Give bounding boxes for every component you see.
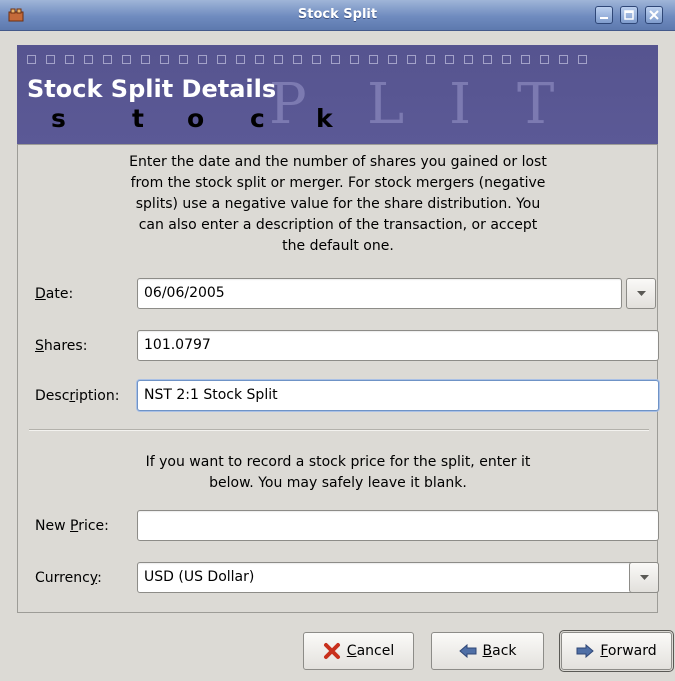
cancel-button[interactable]: Cancel: [303, 632, 414, 670]
decorative-letter: t: [132, 104, 144, 133]
currency-select[interactable]: USD (US Dollar): [137, 562, 659, 593]
description-input[interactable]: NST 2:1 Stock Split: [137, 380, 659, 411]
back-label: Back: [482, 643, 517, 659]
new-price-input[interactable]: [137, 510, 659, 541]
decorative-letter: s: [51, 104, 66, 133]
back-button[interactable]: Back: [431, 632, 544, 670]
watermark-letter: L: [367, 72, 405, 137]
window-title: Stock Split: [297, 7, 378, 22]
page-title: Stock Split Details: [27, 75, 277, 103]
minimize-icon: [600, 17, 608, 19]
watermark-letter: T: [517, 72, 555, 137]
maximize-button[interactable]: [620, 6, 638, 24]
forward-button[interactable]: Forward: [559, 630, 674, 672]
currency-value: USD (US Dollar): [144, 569, 255, 585]
date-label: Date:: [35, 286, 74, 302]
shares-label: Shares:: [35, 338, 88, 354]
maximize-icon: [624, 10, 634, 20]
forward-label: Forward: [600, 643, 657, 659]
price-instructions-text: If you want to record a stock price for …: [145, 454, 531, 491]
date-calendar-button[interactable]: [626, 278, 656, 309]
chevron-down-icon: [637, 291, 646, 296]
cancel-label: Cancel: [346, 643, 395, 659]
druid-header-banner: P L I T s t o c k Stock Split Details: [17, 45, 658, 144]
decorative-letter: o: [187, 104, 205, 133]
title-bar[interactable]: Stock Split: [0, 0, 675, 31]
arrow-left-icon: [458, 644, 476, 658]
separator: [29, 429, 649, 431]
minimize-button[interactable]: [595, 6, 613, 24]
close-icon: [649, 10, 659, 20]
shares-input[interactable]: 101.0797: [137, 330, 659, 361]
instructions-text: Enter the date and the number of shares …: [129, 154, 547, 254]
content-panel: Enter the date and the number of shares …: [17, 144, 659, 613]
arrow-right-icon: [576, 644, 595, 658]
description-label: Description:: [35, 388, 120, 404]
currency-label: Currency:: [35, 570, 102, 586]
watermark-letter: I: [449, 72, 472, 137]
cancel-x-icon: [323, 643, 340, 659]
decorative-letter: c: [250, 104, 265, 133]
currency-dropdown-button[interactable]: [629, 562, 659, 593]
date-input[interactable]: 06/06/2005: [137, 278, 622, 309]
chevron-down-icon: [640, 575, 649, 580]
close-button[interactable]: [645, 6, 663, 24]
decorative-letter: k: [316, 104, 333, 133]
new-price-label: New Price:: [35, 518, 109, 534]
banner-square-pattern: [27, 53, 597, 68]
